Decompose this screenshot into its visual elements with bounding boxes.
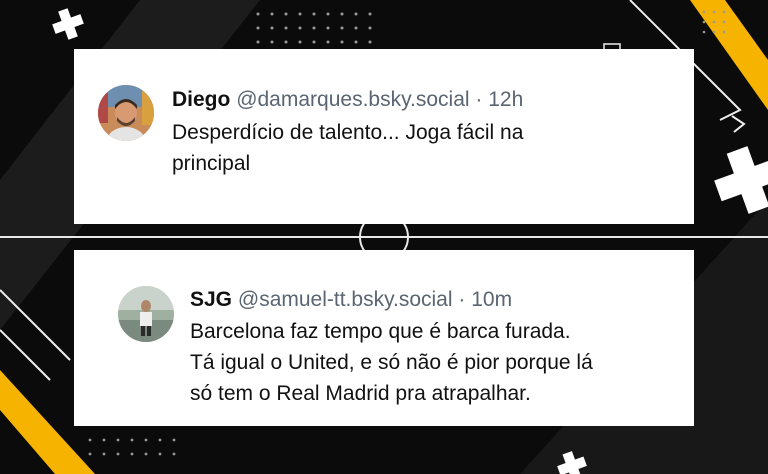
separator-dot: · [475, 88, 483, 111]
post-text-line: só tem o Real Madrid pra atrapalhar. [190, 382, 531, 405]
post-timestamp[interactable]: 10m [471, 288, 512, 311]
post-text-line: Tá igual o United, e só não é pior porqu… [190, 351, 593, 374]
post-card[interactable]: SJG @samuel-tt.bsky.social · 10m Barcelo… [74, 250, 694, 426]
profile-photo-icon [118, 286, 174, 342]
author-handle[interactable]: @damarques.bsky.social [236, 88, 469, 111]
post-timestamp[interactable]: 12h [488, 88, 523, 111]
post-header: SJG @samuel-tt.bsky.social · 10m [190, 287, 512, 313]
post-text: Barcelona faz tempo que é barca furada. … [190, 316, 690, 409]
separator-dot: · [458, 288, 466, 311]
post-text: Desperdício de talento... Joga fácil na … [172, 117, 672, 179]
post-card[interactable]: Diego @damarques.bsky.social · 12h Despe… [74, 49, 694, 224]
post-text-line: Barcelona faz tempo que é barca furada. [190, 320, 571, 343]
post-text-line: principal [172, 152, 251, 175]
profile-photo-icon [98, 85, 154, 141]
author-name[interactable]: Diego [172, 88, 230, 111]
post-header: Diego @damarques.bsky.social · 12h [172, 87, 523, 113]
author-name[interactable]: SJG [190, 288, 232, 311]
avatar[interactable] [118, 286, 174, 342]
author-handle[interactable]: @samuel-tt.bsky.social [238, 288, 453, 311]
avatar[interactable] [98, 85, 154, 141]
post-text-line: Desperdício de talento... Joga fácil na [172, 121, 524, 144]
